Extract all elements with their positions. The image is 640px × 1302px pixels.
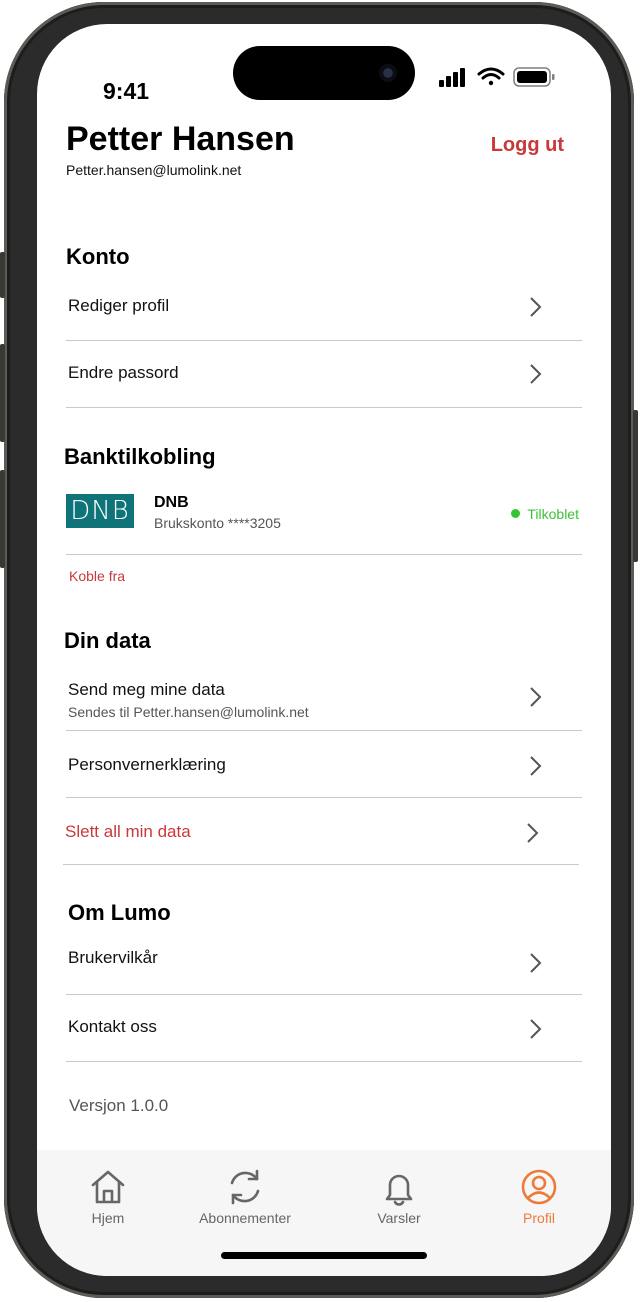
row-terms[interactable]: Brukervilkår [66, 928, 582, 995]
power-button [633, 410, 638, 562]
section-title-about: Om Lumo [68, 900, 171, 925]
chevron-right-icon [530, 364, 542, 384]
profile-email: Petter.hansen@lumolink.net [66, 162, 242, 178]
action-button [0, 252, 5, 298]
tab-profile[interactable]: Profil [479, 1168, 599, 1226]
row-privacy-policy[interactable]: Personvernerklæring [66, 731, 582, 798]
battery-icon [513, 67, 555, 87]
tab-label: Hjem [91, 1210, 125, 1226]
tab-label: Varsler [377, 1210, 421, 1226]
bank-account: Brukskonto ****3205 [154, 515, 281, 531]
home-indicator [221, 1252, 427, 1259]
chevron-right-icon [530, 1019, 542, 1039]
tab-label: Profil [523, 1210, 555, 1226]
status-dot-icon [511, 509, 521, 518]
row-delete-all-data[interactable]: Slett all min data [63, 798, 579, 865]
volume-down-button [0, 470, 5, 568]
front-camera [379, 64, 397, 82]
tab-label: Abonnementer [199, 1210, 291, 1226]
refresh-icon [230, 1169, 260, 1205]
row-sublabel: Sendes til Petter.hansen@lumolink.net [68, 704, 309, 720]
bank-connection-row: DNB DNB Brukskonto ****3205 Tilkoblet [66, 484, 582, 555]
chevron-right-icon [530, 297, 542, 317]
connection-status: Tilkoblet [511, 506, 579, 522]
connection-status-label: Tilkoblet [527, 506, 579, 522]
chevron-right-icon [530, 953, 542, 973]
screen: 9:41 Petter Hansen Petter.hansen@lumolin… [37, 24, 611, 1276]
tab-subscriptions[interactable]: Abonnementer [185, 1168, 305, 1226]
profile-name: Petter Hansen [66, 120, 295, 158]
profile-icon [521, 1169, 557, 1205]
row-label: Kontakt oss [68, 1017, 157, 1036]
home-icon [91, 1170, 125, 1204]
disconnect-bank-link[interactable]: Koble fra [69, 568, 125, 584]
row-label: Brukervilkår [68, 948, 158, 967]
row-label: Rediger profil [68, 296, 170, 315]
row-send-my-data[interactable]: Send meg mine data Sendes til Petter.han… [66, 664, 582, 731]
row-edit-profile[interactable]: Rediger profil [66, 274, 582, 341]
row-label: Endre passord [68, 363, 179, 382]
tab-notifications[interactable]: Varsler [339, 1168, 459, 1226]
bank-name: DNB [154, 494, 189, 511]
bell-icon [385, 1174, 413, 1206]
chevron-right-icon [530, 756, 542, 776]
section-title-bank: Banktilkobling [64, 444, 216, 469]
volume-up-button [0, 344, 5, 442]
status-icons [439, 67, 555, 87]
section-title-data: Din data [64, 628, 151, 653]
section-title-account: Konto [66, 244, 130, 269]
row-label: Personvernerklæring [68, 755, 226, 774]
status-time: 9:41 [103, 78, 150, 104]
tab-home[interactable]: Hjem [48, 1168, 168, 1226]
app-version: Versjon 1.0.0 [69, 1096, 169, 1115]
logout-button[interactable]: Logg ut [491, 134, 564, 157]
phone-frame: 9:41 Petter Hansen Petter.hansen@lumolin… [0, 2, 638, 1298]
row-contact-us[interactable]: Kontakt oss [66, 995, 582, 1062]
chevron-right-icon [527, 823, 539, 843]
cellular-signal-icon [439, 68, 465, 87]
row-change-password[interactable]: Endre passord [66, 341, 582, 408]
row-label: Slett all min data [65, 822, 191, 841]
dnb-logo: DNB [66, 494, 134, 528]
wifi-icon [477, 67, 505, 86]
chevron-right-icon [530, 687, 542, 707]
row-label: Send meg mine data [68, 680, 225, 699]
